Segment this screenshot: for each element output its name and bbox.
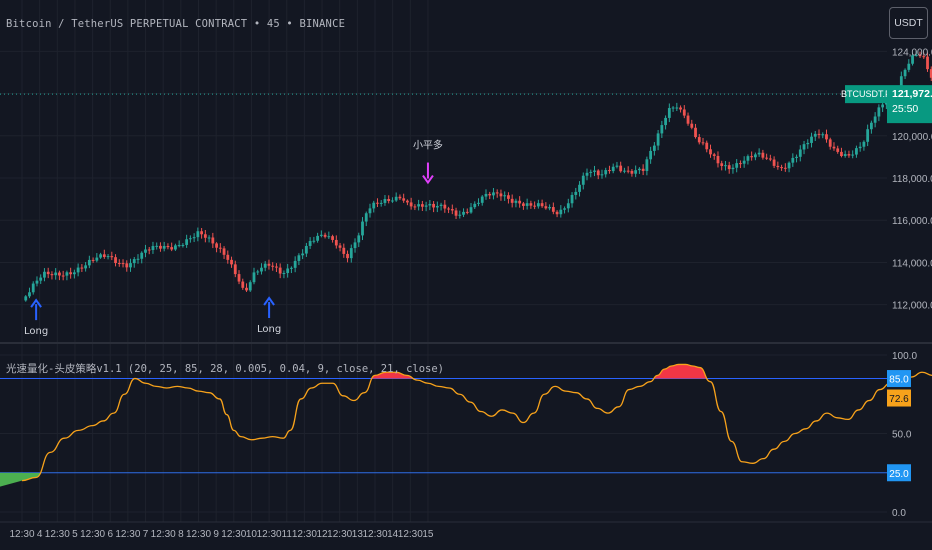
time-tick-label: 15 xyxy=(422,529,434,540)
price-tick-label: 116,000.0 xyxy=(892,216,932,227)
time-tick-label: 12:30 xyxy=(257,529,282,540)
time-tick-label: 12:30 xyxy=(9,529,34,540)
time-tick-label: 12:30 xyxy=(151,529,176,540)
chart-canvas[interactable]: LongLong小平多 124,000.0122,000.0120,000.01… xyxy=(0,0,932,550)
time-tick-label: 12:30 xyxy=(186,529,211,540)
time-axis[interactable]: 12:30 4 12:30 5 12:30 6 12:30 7 12:30 8 12:30 9 12:3… xyxy=(9,529,433,540)
price-tick-label: 114,000.0 xyxy=(892,258,932,269)
price-tick-label: 120,000.0 xyxy=(892,132,932,143)
last-price-symbol: BTCUSDT.P xyxy=(841,89,891,99)
time-tick-label: 12:30 xyxy=(292,529,317,540)
time-tick-label: 12:30 xyxy=(398,529,423,540)
time-tick-label: 12:30 xyxy=(362,529,387,540)
price-tick-label: 112,000.0 xyxy=(892,301,932,312)
signal-label: 小平多 xyxy=(413,139,443,152)
time-tick-label: 12:30 xyxy=(327,529,352,540)
indicator-tick-label: 50.0 xyxy=(892,430,912,441)
time-tick-label: 12:30 xyxy=(115,529,140,540)
price-tick-label: 124,000.0 xyxy=(892,47,932,58)
time-tick-label: 12:30 xyxy=(80,529,105,540)
time-tick-label: 6 xyxy=(107,529,113,540)
chart-background xyxy=(0,0,932,550)
indicator-tick-label: 100.0 xyxy=(892,351,917,362)
currency-button[interactable]: USDT xyxy=(889,7,928,39)
price-tick-label: 118,000.0 xyxy=(892,174,932,185)
upper-level-label: 85.0 xyxy=(889,375,909,386)
indicator-title[interactable]: 光速量化-头皮策略v1.1 (20, 25, 85, 28, 0.005, 0.… xyxy=(6,361,444,376)
time-tick-label: 11 xyxy=(282,529,293,540)
time-tick-label: 5 xyxy=(72,529,78,540)
time-tick-label: 4 xyxy=(37,529,43,540)
current-value-label: 72.6 xyxy=(889,394,909,405)
signal-label: Long xyxy=(24,326,48,337)
indicator-tick-label: 0.0 xyxy=(892,508,906,519)
lower-level-label: 25.0 xyxy=(889,469,909,480)
time-tick-label: 12:30 xyxy=(45,529,70,540)
countdown-timer: 25:50 xyxy=(892,103,918,115)
signal-label: Long xyxy=(257,324,281,335)
symbol-title[interactable]: Bitcoin / TetherUS PERPETUAL CONTRACT • … xyxy=(6,18,345,30)
time-tick-label: 9 xyxy=(213,529,219,540)
last-price-value: 121,972.8 xyxy=(892,88,932,100)
time-tick-label: 8 xyxy=(178,529,184,540)
time-tick-label: 12:30 xyxy=(221,529,246,540)
time-tick-label: 7 xyxy=(143,529,149,540)
